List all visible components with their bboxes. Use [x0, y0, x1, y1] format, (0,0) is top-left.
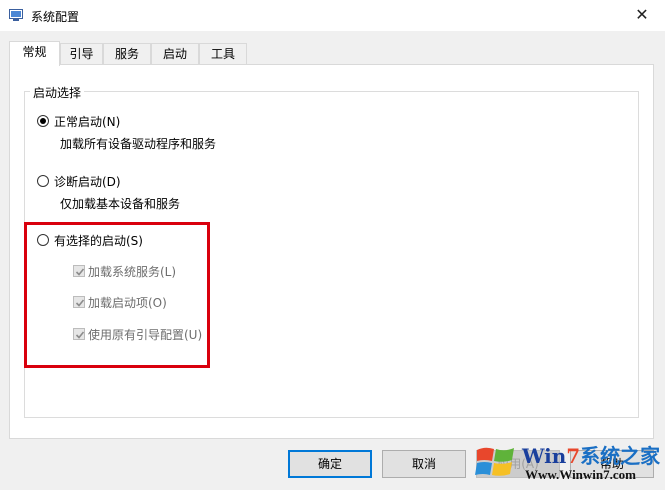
site-watermark: Win7系统之家 Www.Winwin7.com — [467, 436, 665, 490]
ok-button[interactable]: 确定 — [288, 450, 372, 478]
diagnostic-startup-radio[interactable] — [37, 175, 49, 187]
diagnostic-startup-description: 仅加载基本设备和服务 — [60, 197, 181, 211]
close-button[interactable]: ✕ — [619, 0, 665, 31]
startup-selection-legend: 启动选择 — [30, 84, 85, 101]
watermark-url: Www.Winwin7.com — [525, 467, 636, 482]
normal-startup-label[interactable]: 正常启动(N) — [54, 113, 120, 130]
normal-startup-radio[interactable] — [37, 115, 49, 127]
cancel-button[interactable]: 取消 — [382, 450, 466, 478]
window-title: 系统配置 — [31, 10, 80, 24]
diagnostic-startup-label[interactable]: 诊断启动(D) — [54, 173, 121, 190]
annotation-highlight-box — [24, 222, 210, 368]
watermark-brand: Win7系统之家 — [522, 444, 661, 468]
tab-services[interactable]: 服务 — [103, 43, 151, 65]
system-config-app-icon — [9, 9, 23, 21]
tab-boot[interactable]: 引导 — [60, 43, 103, 65]
title-bar: 系统配置 ✕ — [0, 0, 665, 31]
windows-flag-icon — [475, 447, 514, 476]
tab-tools[interactable]: 工具 — [199, 43, 247, 65]
tab-startup[interactable]: 启动 — [151, 43, 199, 65]
normal-startup-description: 加载所有设备驱动程序和服务 — [60, 137, 217, 151]
tab-general[interactable]: 常规 — [9, 41, 60, 66]
radio-selected-dot — [40, 118, 46, 124]
